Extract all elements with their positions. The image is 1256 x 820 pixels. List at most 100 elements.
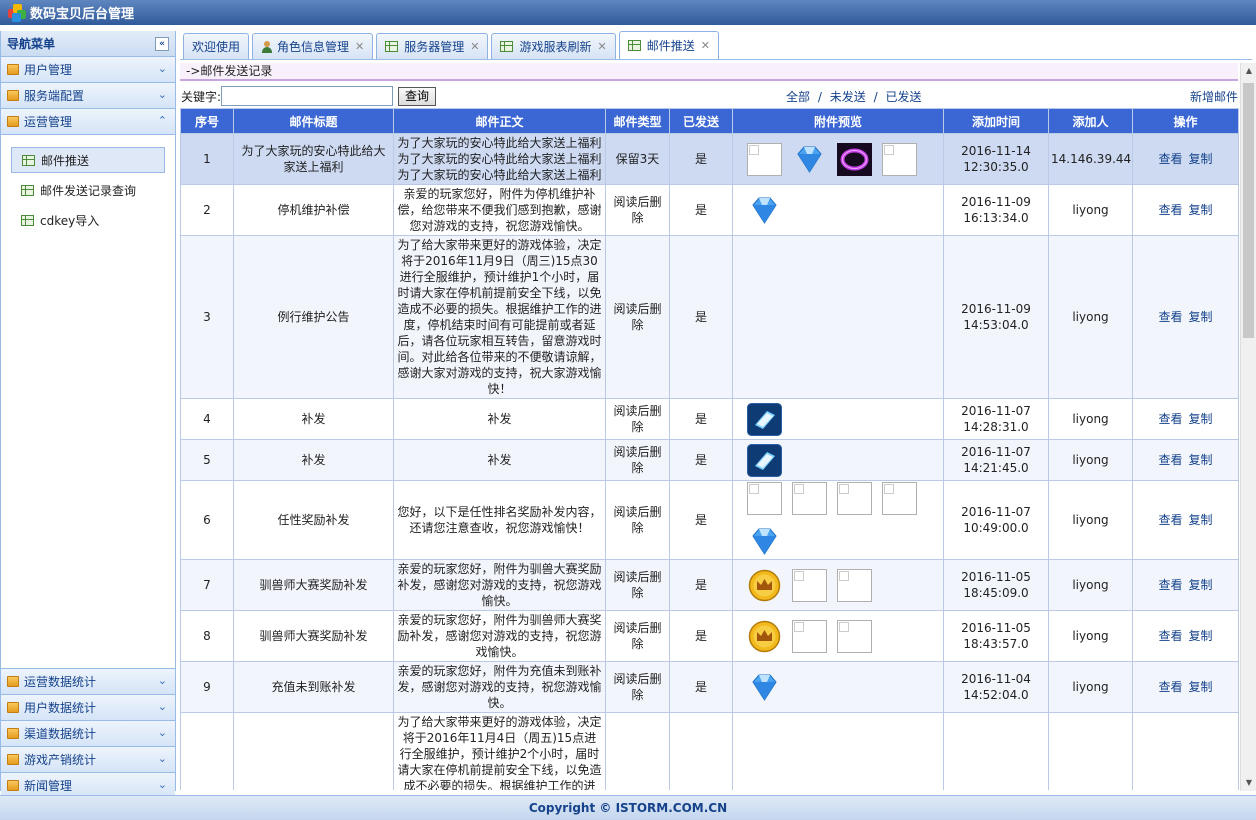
copy-link[interactable]: 复制: [1189, 310, 1213, 324]
nav-group-user-management[interactable]: 用户管理 ⌄: [1, 57, 175, 83]
sidebar: 导航菜单 « 用户管理 ⌄ 服务端配置 ⌄ 运营管理 ⌃ 邮件推送 邮件发送记录…: [0, 31, 176, 799]
view-link[interactable]: 查看: [1158, 680, 1182, 694]
added-time: 12:30:35.0: [963, 160, 1029, 174]
broken-image-icon[interactable]: [837, 568, 872, 602]
sidebar-item-cdkey-import[interactable]: cdkey导入: [11, 207, 165, 233]
added-time-cell: 2016-11-04: [943, 712, 1049, 790]
broken-image-icon[interactable]: [837, 619, 872, 653]
scrollbar-thumb[interactable]: [1243, 83, 1254, 338]
mail-title: 驯兽师大赛奖励补发: [233, 559, 394, 611]
close-icon[interactable]: ✕: [470, 40, 479, 53]
filter-sent-link[interactable]: 已发送: [885, 90, 921, 104]
close-icon[interactable]: ✕: [701, 39, 710, 52]
nav-group-operations[interactable]: 运营管理 ⌃: [1, 109, 175, 135]
broken-image-icon[interactable]: [792, 568, 827, 602]
new-mail-link[interactable]: 新增邮件: [1190, 88, 1238, 105]
row-number: 6: [180, 480, 234, 560]
tab-label: 游戏服表刷新: [519, 40, 592, 54]
folder-icon: [7, 780, 19, 791]
diamond-icon[interactable]: [747, 194, 782, 227]
copy-link[interactable]: 复制: [1189, 578, 1213, 592]
keyword-input[interactable]: [221, 86, 394, 106]
vertical-scrollbar[interactable]: ▲ ▼: [1240, 63, 1256, 791]
diamond-icon[interactable]: [792, 143, 827, 176]
row-number: 8: [180, 610, 234, 662]
view-link[interactable]: 查看: [1158, 578, 1182, 592]
card-icon[interactable]: [747, 443, 782, 477]
diamond-icon[interactable]: [747, 525, 782, 558]
broken-image-icon[interactable]: [882, 142, 917, 176]
close-icon[interactable]: ✕: [598, 40, 607, 53]
query-button[interactable]: 查询: [398, 86, 437, 106]
close-icon[interactable]: ✕: [355, 40, 364, 53]
tab-mail-push[interactable]: 邮件推送 ✕: [618, 31, 719, 59]
folder-icon: [7, 676, 19, 687]
tab-game-server-refresh[interactable]: 游戏服表刷新 ✕: [491, 33, 616, 59]
table-row[interactable]: 1 为了大家玩的安心特此给大家送上福利 为了大家玩的安心特此给大家送上福利为了大家玩…: [180, 133, 1239, 185]
row-number: 1: [180, 133, 234, 185]
collapse-sidebar-icon[interactable]: «: [155, 36, 169, 51]
card-icon[interactable]: [747, 402, 782, 436]
broken-image-icon[interactable]: [837, 482, 872, 515]
diamond-icon[interactable]: [747, 671, 782, 704]
filter-unsent-link[interactable]: 未发送: [830, 90, 866, 104]
tab-label: 服务器管理: [404, 40, 465, 54]
mail-body: 亲爱的玩家您好，附件为充值未到账补发，感谢您对游戏的支持，祝您游戏愉快。: [393, 661, 606, 713]
view-link[interactable]: 查看: [1158, 453, 1182, 467]
view-link[interactable]: 查看: [1158, 412, 1182, 426]
broken-image-icon[interactable]: [792, 619, 827, 653]
view-link[interactable]: 查看: [1158, 629, 1182, 643]
broken-image-icon[interactable]: [747, 482, 782, 515]
chevron-down-icon: ⌄: [157, 88, 167, 101]
scroll-up-icon[interactable]: ▲: [1241, 63, 1256, 79]
nav-group-server-config[interactable]: 服务端配置 ⌄: [1, 83, 175, 109]
broken-image-icon[interactable]: [882, 482, 917, 515]
copy-link[interactable]: 复制: [1189, 412, 1213, 426]
broken-image-icon[interactable]: [792, 482, 827, 515]
view-link[interactable]: 查看: [1158, 203, 1182, 217]
nav-group-channel-stats[interactable]: 渠道数据统计 ⌄: [1, 721, 175, 747]
table-row[interactable]: 2 停机维护补偿 亲爱的玩家您好，附件为停机维护补偿，给您带来不便我们感到抱歉，感谢…: [180, 184, 1239, 236]
added-time: 10:49:00.0: [963, 521, 1029, 535]
broken-image-icon[interactable]: [747, 142, 782, 176]
copy-link[interactable]: 复制: [1189, 513, 1213, 527]
nav-group-user-stats[interactable]: 用户数据统计 ⌄: [1, 695, 175, 721]
copy-link[interactable]: 复制: [1189, 629, 1213, 643]
table-row[interactable]: 4 补发 补发 阅读后删除是 2016-11-07 14:28:31.0 liyong 查看复…: [180, 398, 1239, 440]
added-by: liyong: [1048, 480, 1133, 560]
table-row[interactable]: 6 任性奖励补发 您好，以下是任性排名奖励补发内容，还请您注意查收，祝您游戏愉快！阅…: [180, 480, 1239, 560]
table-icon: [500, 41, 514, 52]
table-row[interactable]: 5 补发 补发 阅读后删除是 2016-11-07 14:21:45.0 liyong 查看复…: [180, 439, 1239, 481]
copy-link[interactable]: 复制: [1189, 152, 1213, 166]
filter-all-link[interactable]: 全部: [786, 90, 810, 104]
nav-group-game-sales[interactable]: 游戏产销统计 ⌄: [1, 747, 175, 773]
tab-role-info[interactable]: 角色信息管理 ✕: [252, 33, 374, 59]
column-header: 邮件类型: [605, 108, 670, 134]
row-actions: 查看 复制: [1132, 398, 1239, 440]
tab-welcome[interactable]: 欢迎使用: [183, 33, 250, 59]
table-row[interactable]: 为了给大家带来更好的游戏体验，决定将于2016年11月4日（周五)15点进行全服…: [180, 712, 1239, 790]
view-link[interactable]: 查看: [1158, 152, 1182, 166]
copy-link[interactable]: 复制: [1189, 453, 1213, 467]
tab-server-management[interactable]: 服务器管理 ✕: [376, 33, 489, 59]
sidebar-item-mail-records[interactable]: 邮件发送记录查询: [11, 177, 165, 203]
row-number: 7: [180, 559, 234, 611]
copy-link[interactable]: 复制: [1189, 203, 1213, 217]
crown-icon[interactable]: [747, 620, 782, 653]
table-row[interactable]: 9 充值未到账补发 亲爱的玩家您好，附件为充值未到账补发，感谢您对游戏的支持，祝您游…: [180, 661, 1239, 713]
ring-icon[interactable]: [837, 142, 872, 176]
crown-icon[interactable]: [747, 569, 782, 602]
sidebar-item-mail-push[interactable]: 邮件推送: [11, 147, 165, 173]
table-row[interactable]: 8 驯兽师大赛奖励补发 亲爱的玩家您好，附件为驯兽师大赛奖励补发，感谢您对游戏的支持…: [180, 610, 1239, 662]
mail-body: 为了给大家带来更好的游戏体验，决定将于2016年11月4日（周五)15点进行全服…: [393, 712, 606, 790]
table-row[interactable]: 7 驯兽师大赛奖励补发 亲爱的玩家您好，附件为驯兽大赛奖励补发，感谢您对游戏的支持，…: [180, 559, 1239, 611]
view-link[interactable]: 查看: [1158, 310, 1182, 324]
nav-group-label: 运营数据统计: [24, 675, 97, 689]
added-by: liyong: [1048, 439, 1133, 481]
view-link[interactable]: 查看: [1158, 513, 1182, 527]
copy-link[interactable]: 复制: [1189, 680, 1213, 694]
table-row[interactable]: 3 例行维护公告 为了给大家带来更好的游戏体验，决定将于2016年11月9日（周三)…: [180, 235, 1239, 399]
scroll-down-icon[interactable]: ▼: [1241, 775, 1256, 791]
folder-icon: [7, 90, 19, 101]
nav-group-ops-stats[interactable]: 运营数据统计 ⌄: [1, 669, 175, 695]
